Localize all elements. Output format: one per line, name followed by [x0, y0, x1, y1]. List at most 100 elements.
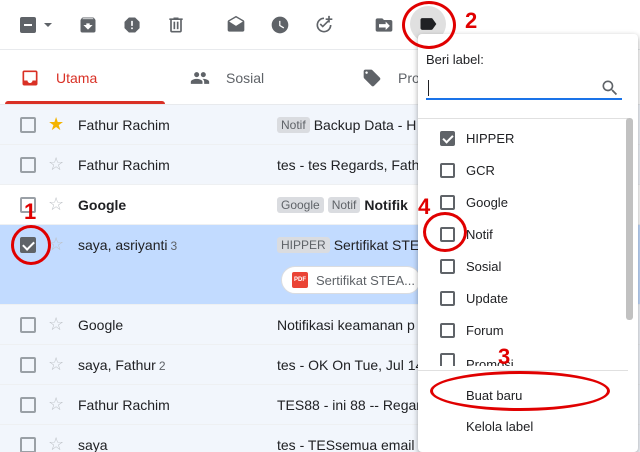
annotation-number-1: 1 — [24, 199, 37, 224]
label-checkbox[interactable] — [440, 130, 455, 146]
star-icon[interactable]: ★ — [48, 115, 64, 133]
row-checkbox[interactable] — [20, 357, 36, 373]
annotation-circle-1 — [11, 225, 51, 265]
email-sender: saya — [78, 437, 108, 452]
email-sender: Google — [78, 197, 127, 213]
label-option-hipper[interactable]: HIPPER — [418, 122, 624, 154]
add-task-icon — [316, 15, 333, 33]
email-subject-line: Notif Backup Data - H — [277, 117, 427, 133]
trash-icon — [169, 17, 183, 33]
row-checkbox[interactable] — [20, 117, 36, 133]
tab-promosi[interactable]: Pro — [362, 50, 420, 105]
row-checkbox[interactable] — [20, 397, 36, 413]
row-checkbox[interactable] — [20, 157, 36, 173]
label-name: Sosial — [466, 258, 502, 274]
snooze-button[interactable] — [268, 13, 292, 37]
manage-labels-text: Kelola label — [466, 418, 534, 434]
clock-icon — [271, 16, 289, 34]
label-option-forum[interactable]: Forum — [418, 314, 624, 346]
label-checkbox[interactable] — [440, 290, 455, 306]
label-name: HIPPER — [466, 130, 515, 146]
tab-label: Pro — [398, 69, 420, 86]
label-checkbox[interactable] — [440, 322, 455, 338]
archive-button[interactable] — [76, 13, 100, 37]
report-spam-button[interactable] — [120, 13, 144, 37]
search-icon[interactable] — [600, 78, 620, 98]
email-subject-line: tes - tes Regards, Fath — [277, 157, 427, 173]
star-icon[interactable]: ☆ — [48, 395, 64, 413]
email-sender: Fathur Rachim — [78, 397, 170, 413]
email-subject: tes - tes Regards, Fath — [277, 157, 420, 173]
tab-label: Sosial — [226, 69, 265, 86]
email-sender: Fathur Rachim — [78, 157, 170, 173]
attachment-chip[interactable]: PDF Sertifikat STEA... — [281, 266, 421, 294]
label-menu-title: Beri label: — [426, 52, 484, 67]
tab-label: Utama — [56, 69, 98, 86]
label-name: Google — [466, 194, 508, 210]
email-subject: Notifikasi keamanan p — [277, 317, 415, 333]
select-dropdown-icon — [20, 17, 52, 33]
email-subject: Backup Data - H — [313, 117, 417, 133]
report-spam-icon — [124, 17, 140, 33]
annotation-number-4: 4 — [418, 194, 431, 219]
email-sender: saya, Fathur 2 — [78, 357, 166, 373]
inbox-icon — [22, 70, 38, 85]
star-icon[interactable]: ☆ — [48, 195, 64, 213]
annotation-number-3: 3 — [498, 344, 511, 369]
email-subject: Notifik — [364, 197, 408, 213]
email-subject-line: Google Notif Notifik — [277, 197, 427, 213]
label-checkbox[interactable] — [440, 258, 455, 274]
people-icon — [190, 71, 210, 84]
label-name: GCR — [466, 162, 495, 178]
tab-utama[interactable]: Utama — [20, 50, 97, 105]
label-checkbox[interactable] — [440, 162, 455, 178]
email-subject-line: Notifikasi keamanan p — [277, 317, 427, 333]
email-subject-line: HIPPER Sertifikat STE — [277, 237, 427, 253]
delete-button[interactable] — [164, 13, 188, 37]
add-to-tasks-button[interactable] — [312, 13, 336, 37]
email-subject: tes - OK On Tue, Jul 14 — [277, 357, 424, 373]
label-option-gcr[interactable]: GCR — [418, 154, 624, 186]
mark-as-read-button[interactable] — [224, 13, 248, 37]
label-chip: Google — [277, 197, 324, 213]
text-caret — [428, 80, 429, 96]
email-subject: TES88 - ini 88 -- Regar — [277, 397, 421, 413]
star-icon[interactable]: ☆ — [48, 355, 64, 373]
archive-icon — [80, 17, 96, 33]
label-search-input[interactable] — [426, 78, 596, 98]
label-chip: Notif — [327, 197, 361, 213]
open-envelope-icon — [227, 15, 245, 32]
annotation-number-2: 2 — [465, 8, 478, 33]
label-option-promosi[interactable]: Promosi — [418, 344, 624, 366]
manage-labels[interactable]: Kelola label — [418, 410, 624, 442]
annotation-circle-2 — [402, 1, 456, 49]
pdf-icon: PDF — [292, 272, 308, 288]
label-chip: HIPPER — [277, 237, 330, 253]
label-chip: Notif — [277, 117, 310, 133]
star-icon[interactable]: ☆ — [48, 155, 64, 173]
sender-names: saya, Fathur — [78, 357, 156, 373]
star-icon[interactable]: ☆ — [48, 435, 64, 452]
label-checkbox[interactable] — [440, 194, 455, 210]
scrollbar-thumb[interactable] — [626, 118, 633, 320]
label-checkbox[interactable] — [440, 352, 455, 366]
attachment-name: Sertifikat STEA... — [316, 272, 415, 288]
thread-count: 2 — [158, 359, 166, 373]
menu-scrollbar[interactable] — [626, 118, 634, 452]
star-icon[interactable]: ☆ — [48, 315, 64, 333]
label-name: Notif — [466, 226, 493, 242]
move-to-button[interactable] — [372, 13, 396, 37]
email-subject-line: TES88 - ini 88 -- Regar — [277, 397, 427, 413]
row-checkbox[interactable] — [20, 317, 36, 333]
label-option-update[interactable]: Update — [418, 282, 624, 314]
move-to-folder-icon — [375, 18, 393, 32]
label-option-sosial[interactable]: Sosial — [418, 250, 624, 282]
thread-count: 3 — [170, 239, 178, 253]
select-all-checkbox[interactable] — [18, 13, 56, 37]
tab-sosial[interactable]: Sosial — [190, 50, 264, 105]
email-sender: saya, asriyanti 3 — [78, 237, 177, 253]
email-subject: tes - TESsemua email — [277, 437, 415, 452]
label-name: Update — [466, 290, 508, 306]
row-checkbox[interactable] — [20, 437, 36, 452]
email-sender: Google — [78, 317, 124, 333]
